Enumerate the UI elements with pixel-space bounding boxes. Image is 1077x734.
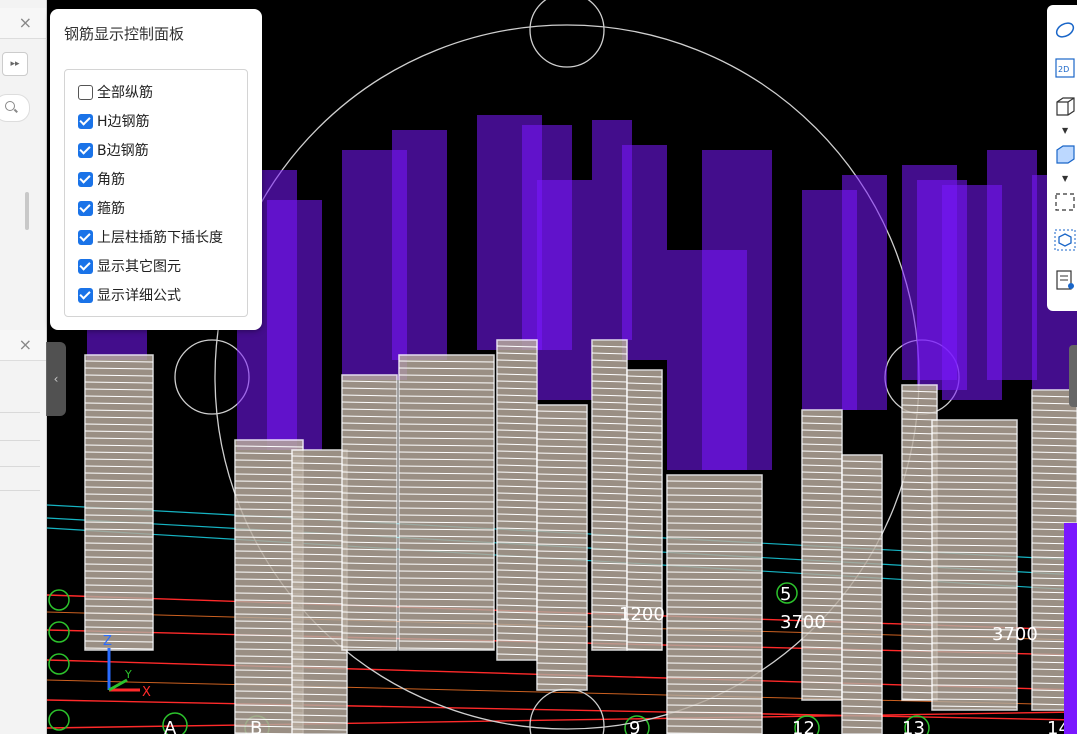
rebar-column[interactable] [842, 175, 887, 410]
option-show-detailed-formula[interactable]: 显示详细公式 [78, 285, 181, 305]
grid-label: 12 [792, 718, 815, 734]
checkbox[interactable] [78, 258, 93, 274]
option-label: 显示其它图元 [97, 259, 181, 275]
grid-label: B [250, 718, 262, 734]
rebar-column[interactable] [622, 145, 667, 360]
dimension-label: 3700 [780, 612, 826, 633]
rebar-column[interactable] [987, 150, 1037, 380]
option-stirrup[interactable]: 箍筋 [78, 198, 125, 218]
option-h-side-rebar[interactable]: H边钢筋 [78, 111, 150, 131]
grid-label: A [164, 718, 177, 734]
collapse-panel-handle[interactable]: ‹ [46, 342, 66, 416]
right-panel-handle[interactable] [1069, 345, 1077, 407]
option-label: 全部纵筋 [97, 85, 153, 101]
option-b-side-rebar[interactable]: B边钢筋 [78, 140, 149, 160]
option-label: H边钢筋 [97, 114, 150, 130]
option-corner-rebar[interactable]: 角筋 [78, 169, 125, 189]
view-2d-label: 2D [1058, 65, 1069, 74]
option-all-longitudinal[interactable]: 全部纵筋 [78, 82, 153, 102]
selected-rebar-highlight [1064, 523, 1077, 734]
grid-label: 5 [780, 584, 791, 605]
option-label: B边钢筋 [97, 143, 149, 159]
option-show-other-elements[interactable]: 显示其它图元 [78, 256, 181, 276]
checkbox[interactable] [78, 200, 93, 216]
concrete-column[interactable] [84, 354, 154, 651]
rebar-display-control-panel: 钢筋显示控制面板 全部纵筋 H边钢筋 B边钢筋 角筋 箍筋 上层柱插筋下插长度 … [50, 9, 262, 330]
options-group: 全部纵筋 H边钢筋 B边钢筋 角筋 箍筋 上层柱插筋下插长度 显示其它图元 显示… [64, 69, 248, 317]
concrete-column[interactable] [341, 374, 398, 651]
list-divider [0, 490, 40, 491]
search-icon[interactable] [0, 94, 30, 122]
checkbox[interactable] [78, 287, 93, 303]
option-label: 显示详细公式 [97, 288, 181, 304]
scrollbar-thumb[interactable] [25, 192, 29, 230]
bottom-pane-header: × [0, 330, 46, 361]
cube-filled-icon[interactable] [1054, 143, 1076, 165]
axis-z-label: Z [103, 634, 112, 649]
option-label: 上层柱插筋下插长度 [97, 230, 223, 246]
close-bottom-pane-icon[interactable]: × [19, 335, 32, 354]
axis-x-label: X [142, 685, 151, 700]
grid-label: 13 [902, 718, 925, 734]
concrete-column[interactable] [291, 449, 348, 734]
chevron-down-icon[interactable]: ▼ [1062, 174, 1072, 183]
axis-y-label: Y [124, 668, 132, 681]
option-dowel-length[interactable]: 上层柱插筋下插长度 [78, 227, 223, 247]
view-2d-icon[interactable]: 2D [1054, 57, 1076, 79]
rebar-column[interactable] [392, 130, 447, 360]
expand-button[interactable]: ▸▸ [2, 52, 28, 76]
option-label: 角筋 [97, 172, 125, 188]
option-label: 箍筋 [97, 201, 125, 217]
concrete-column[interactable] [496, 339, 538, 661]
concrete-column[interactable] [801, 409, 843, 701]
dimension-label: 1200 [619, 604, 665, 625]
box-select-icon[interactable] [1054, 191, 1076, 213]
checkbox[interactable] [78, 142, 93, 158]
cube-outline-icon[interactable] [1054, 95, 1076, 117]
rebar-column[interactable] [702, 150, 772, 470]
view-cube-icon[interactable] [1054, 229, 1076, 251]
list-divider [0, 440, 40, 441]
checkbox[interactable] [78, 113, 93, 129]
chevron-down-icon[interactable]: ▼ [1062, 126, 1072, 135]
close-top-pane-icon[interactable]: × [19, 13, 32, 32]
list-divider [0, 466, 40, 467]
properties-list-icon[interactable] [1054, 269, 1076, 291]
dimension-label: 3700 [992, 624, 1038, 645]
left-dock-panels: × ▸▸ × [0, 0, 47, 734]
view-toolbar: 2D ▼ ▼ [1047, 5, 1077, 311]
concrete-column[interactable] [536, 404, 588, 691]
rebar-column[interactable] [267, 200, 322, 450]
rebar-column[interactable] [537, 180, 592, 400]
concrete-column[interactable] [931, 419, 1018, 711]
concrete-column[interactable] [841, 454, 883, 734]
list-divider [0, 412, 40, 413]
concrete-column[interactable] [666, 474, 763, 734]
checkbox[interactable] [78, 229, 93, 245]
top-pane-header: × [0, 8, 46, 39]
concrete-column[interactable] [398, 354, 495, 651]
checkbox[interactable] [78, 171, 93, 187]
orbit-icon[interactable] [1054, 19, 1076, 41]
panel-title: 钢筋显示控制面板 [64, 25, 185, 43]
grid-label: 9 [629, 718, 640, 734]
checkbox[interactable] [78, 84, 93, 100]
